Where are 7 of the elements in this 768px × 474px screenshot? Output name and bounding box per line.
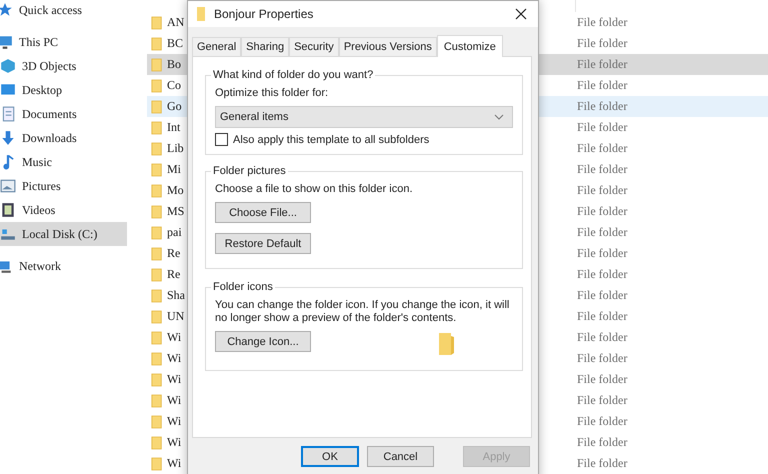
description-text: Choose a file to show on this folder icon. [215, 183, 414, 196]
dialog-title: Bonjour Properties [214, 7, 314, 21]
field-label: Optimize this folder for: [215, 87, 330, 100]
description-text: You can change the folder icon. If you change the icon, it will no longer show a preview of the folder's contents. [215, 299, 510, 325]
group-heading: Folder pictures [212, 165, 287, 177]
group-heading: What kind of folder do you want? [212, 69, 374, 81]
group-heading: Folder icons [212, 281, 274, 293]
